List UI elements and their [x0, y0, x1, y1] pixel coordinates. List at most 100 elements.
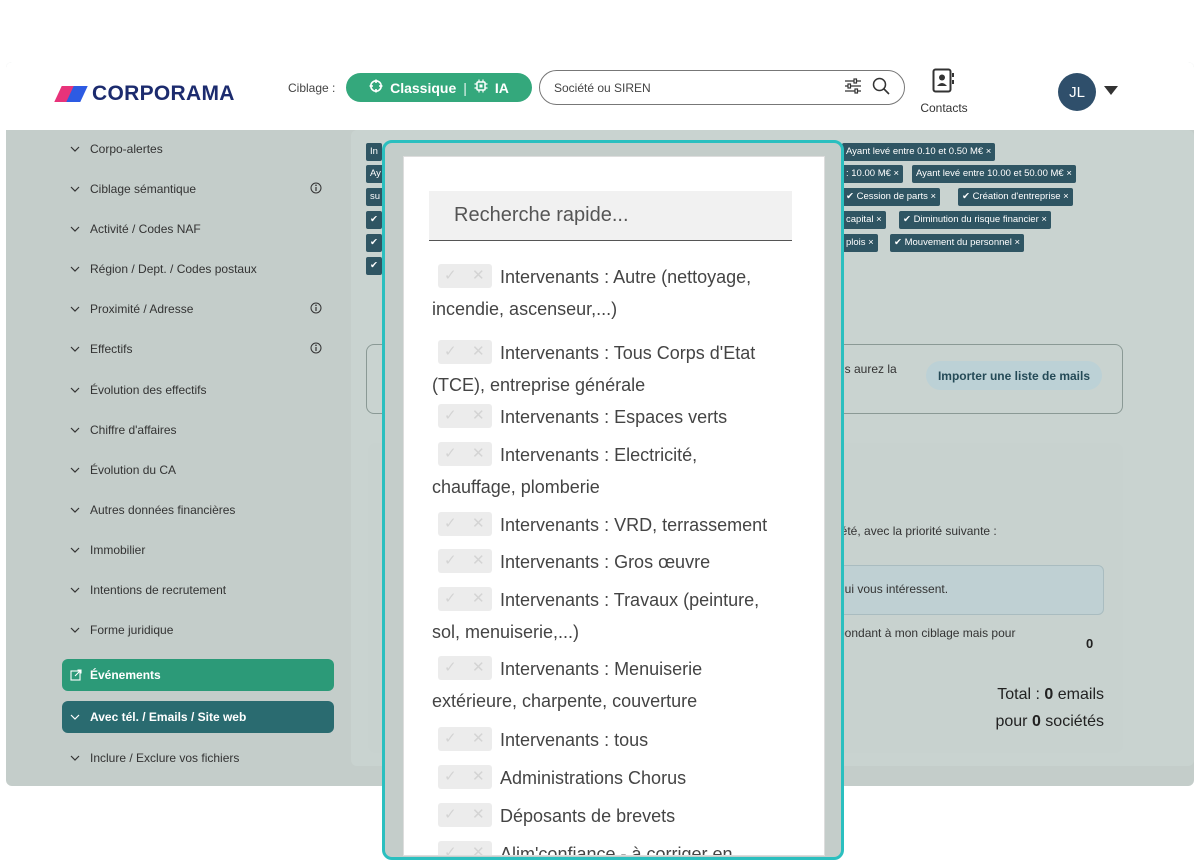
filter-tag[interactable]: Ayant levé entre 0.10 et 0.50 M€ × — [842, 143, 996, 161]
company-search-input[interactable] — [554, 79, 824, 97]
sidebar-item-avec-tel[interactable]: Avec tél. / Emails / Site web — [62, 701, 334, 733]
dropdown-option[interactable]: ✓ ✕ Intervenants : tous — [432, 724, 802, 756]
sidebar-item-label: Corpo-alertes — [90, 142, 163, 156]
sidebar-item-activite[interactable]: Activité / Codes NAF — [62, 214, 334, 244]
close-icon[interactable]: ✕ — [472, 343, 485, 361]
dropdown-option[interactable]: ✓ ✕ Intervenants : Menuiserie extérieure, c… — [432, 653, 802, 717]
check-icon[interactable]: ✓ — [444, 552, 457, 570]
quick-search-input[interactable] — [429, 191, 792, 241]
check-icon[interactable]: ✓ — [444, 407, 457, 425]
include-exclude-toggle[interactable]: ✓ ✕ — [438, 549, 492, 574]
close-icon[interactable]: ✕ — [472, 844, 485, 855]
logo[interactable]: CORPORAMA — [54, 80, 235, 108]
ciblage-mode-toggle[interactable]: Classique | IA — [346, 73, 532, 102]
sidebar-item-region[interactable]: Région / Dept. / Codes postaux — [62, 254, 334, 284]
mode-ia[interactable]: IA — [495, 80, 509, 96]
check-icon[interactable]: ✓ — [444, 806, 457, 824]
close-icon[interactable]: ✕ — [472, 730, 485, 748]
filter-tag[interactable]: ✔ — [366, 211, 382, 229]
caret-down-icon[interactable] — [1104, 86, 1118, 95]
dropdown-option[interactable]: ✓ ✕ Intervenants : VRD, terrassement — [432, 509, 802, 541]
close-icon[interactable]: ✕ — [472, 659, 485, 677]
filter-tag[interactable]: In — [366, 143, 382, 161]
sidebar-item-evenements[interactable]: Événements — [62, 659, 334, 691]
close-icon[interactable]: ✕ — [472, 267, 485, 285]
include-exclude-toggle[interactable]: ✓ ✕ — [438, 841, 492, 855]
include-exclude-toggle[interactable]: ✓ ✕ — [438, 656, 492, 681]
dropdown-option[interactable]: ✓ ✕ Déposants de brevets — [432, 800, 802, 832]
include-exclude-toggle[interactable]: ✓ ✕ — [438, 727, 492, 752]
sidebar-item-ciblage-semantique[interactable]: Ciblage sémantique — [62, 174, 334, 204]
include-exclude-toggle[interactable]: ✓ ✕ — [438, 264, 492, 289]
sidebar-item-evolution-ca[interactable]: Évolution du CA — [62, 455, 334, 485]
sidebar-item-immobilier[interactable]: Immobilier — [62, 535, 334, 565]
check-icon[interactable]: ✓ — [444, 343, 457, 361]
sidebar-item-corpo-alertes[interactable]: Corpo-alertes — [62, 134, 334, 164]
close-icon[interactable]: ✕ — [472, 515, 485, 533]
filter-tag[interactable]: plois × — [842, 234, 878, 252]
avatar[interactable]: JL — [1058, 73, 1096, 111]
check-icon[interactable]: ✓ — [444, 515, 457, 533]
check-icon[interactable]: ✓ — [444, 590, 457, 608]
check-icon[interactable]: ✓ — [444, 445, 457, 463]
include-exclude-toggle[interactable]: ✓ ✕ — [438, 442, 492, 467]
dropdown-option[interactable]: ✓ ✕ Intervenants : Tous Corps d'Etat (TCE),… — [432, 337, 802, 401]
sidebar-item-chiffre-affaires[interactable]: Chiffre d'affaires — [62, 415, 334, 445]
filter-tag[interactable]: ✔ Diminution du risque financier × — [899, 211, 1051, 229]
filter-tag[interactable]: : 10.00 M€ × — [842, 165, 904, 183]
dropdown-option[interactable]: ✓ ✕ Alim'confiance - à corriger en — [432, 838, 802, 855]
company-search[interactable] — [539, 70, 905, 105]
filter-tag[interactable]: ✔ Mouvement du personnel × — [890, 234, 1024, 252]
sidebar-item-evolution-effectifs[interactable]: Évolution des effectifs — [62, 375, 334, 405]
dropdown-option[interactable]: ✓ ✕ Intervenants : Gros œuvre — [432, 546, 802, 578]
mode-separator: | — [463, 79, 467, 96]
sidebar-item-forme-juridique[interactable]: Forme juridique — [62, 615, 334, 645]
info-icon[interactable] — [310, 302, 322, 317]
dropdown-option[interactable]: ✓ ✕ Intervenants : Electricité, chauffage, … — [432, 439, 802, 503]
total-emails: Total : 0 emails — [962, 686, 1104, 704]
filter-tag[interactable]: ✔ Création d'entreprise × — [958, 188, 1073, 206]
sidebar-item-proximite[interactable]: Proximité / Adresse — [62, 294, 334, 324]
filter-tag[interactable]: ✔ — [366, 257, 382, 275]
mode-classique[interactable]: Classique — [390, 80, 456, 96]
close-icon[interactable]: ✕ — [472, 768, 485, 786]
include-exclude-toggle[interactable]: ✓ ✕ — [438, 340, 492, 365]
filter-sliders-icon[interactable] — [844, 78, 862, 99]
option-label: Déposants de brevets — [500, 806, 676, 826]
check-icon[interactable]: ✓ — [444, 267, 457, 285]
sidebar-item-label: Activité / Codes NAF — [90, 222, 201, 236]
sidebar-item-effectifs[interactable]: Effectifs — [62, 334, 334, 364]
dropdown-option[interactable]: ✓ ✕ Administrations Chorus — [432, 762, 802, 794]
include-exclude-toggle[interactable]: ✓ ✕ — [438, 765, 492, 790]
check-icon[interactable]: ✓ — [444, 768, 457, 786]
info-icon[interactable] — [310, 342, 322, 357]
dropdown-option[interactable]: ✓ ✕ Intervenants : Travaux (peinture, sol, … — [432, 584, 802, 648]
sidebar-item-autres-donnees[interactable]: Autres données financières — [62, 495, 334, 525]
info-icon[interactable] — [310, 182, 322, 197]
include-exclude-toggle[interactable]: ✓ ✕ — [438, 404, 492, 429]
include-exclude-toggle[interactable]: ✓ ✕ — [438, 803, 492, 828]
close-icon[interactable]: ✕ — [472, 445, 485, 463]
import-mail-list-button[interactable]: Importer une liste de mails — [926, 361, 1102, 390]
check-icon[interactable]: ✓ — [444, 730, 457, 748]
sidebar-item-inclure-exclure[interactable]: Inclure / Exclure vos fichiers — [62, 743, 334, 773]
events-dropdown[interactable]: ✓✕Intervenants : Autre (nettoyage,incend… — [403, 156, 825, 856]
close-icon[interactable]: ✕ — [472, 590, 485, 608]
filter-tag[interactable]: capital × — [842, 211, 886, 229]
include-exclude-toggle[interactable]: ✓ ✕ — [438, 587, 492, 612]
contacts-button[interactable]: Contacts — [914, 68, 974, 115]
filter-tag[interactable]: ✔ — [366, 234, 382, 252]
close-icon[interactable]: ✕ — [472, 552, 485, 570]
dropdown-option[interactable]: ✓ ✕ Intervenants : Espaces verts — [432, 401, 802, 433]
filter-tag[interactable]: Ayant levé entre 10.00 et 50.00 M€ × — [912, 165, 1076, 183]
check-icon[interactable]: ✓ — [444, 659, 457, 677]
option-label: Intervenants : Gros œuvre — [500, 552, 711, 572]
close-icon[interactable]: ✕ — [472, 407, 485, 425]
filter-tag[interactable]: ✔ Cession de parts × — [842, 188, 941, 206]
search-icon[interactable] — [872, 77, 890, 100]
check-icon[interactable]: ✓ — [444, 844, 457, 855]
include-exclude-toggle[interactable]: ✓ ✕ — [438, 512, 492, 537]
sidebar-item-intentions-recrutement[interactable]: Intentions de recrutement — [62, 575, 334, 605]
close-icon[interactable]: ✕ — [472, 806, 485, 824]
dropdown-option[interactable]: ✓ ✕ Intervenants : Autre (nettoyage, incend… — [432, 261, 802, 325]
